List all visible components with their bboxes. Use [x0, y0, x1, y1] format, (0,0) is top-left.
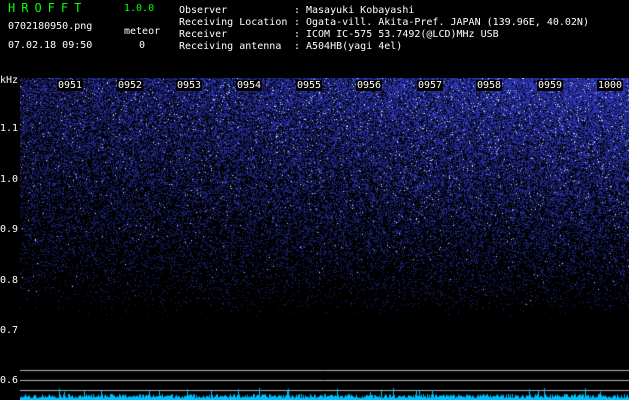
- meteor-count: 0: [139, 40, 146, 51]
- info-key-location: Receiving Location: [179, 17, 288, 28]
- x-tick-label: 0955: [296, 80, 323, 91]
- info-sep: :: [294, 41, 301, 52]
- x-tick-label: 0957: [417, 80, 444, 91]
- meteor-label: meteor: [124, 26, 161, 37]
- info-sep: :: [294, 5, 301, 16]
- info-value-observer: Masayuki Kobayashi: [306, 5, 415, 16]
- info-sep: :: [294, 29, 301, 40]
- x-tick-label: 0954: [236, 80, 263, 91]
- x-tick-label: 1000: [597, 80, 624, 91]
- info-sep: :: [294, 17, 301, 28]
- file-name: 0702180950.png: [8, 21, 93, 32]
- app-version: 1.0.0: [124, 3, 155, 14]
- x-tick-label: 0956: [356, 80, 383, 91]
- x-tick-label: 0953: [176, 80, 203, 91]
- info-value-antenna: A504HB(yagi 4el): [306, 41, 403, 52]
- info-value-receiver: ICOM IC-575 53.7492(@LCD)MHz USB: [306, 29, 499, 40]
- info-key-observer: Observer: [179, 5, 228, 16]
- x-tick-label: 0958: [476, 80, 503, 91]
- y-tick-label: 1.0: [0, 174, 19, 185]
- x-tick-label: 0951: [57, 80, 84, 91]
- x-tick-label: 0952: [117, 80, 144, 91]
- info-value-location: Ogata-vill. Akita-Pref. JAPAN (139.96E, …: [306, 17, 589, 28]
- info-key-receiver: Receiver: [179, 29, 228, 40]
- date-time: 07.02.18 09:50: [8, 40, 93, 51]
- spectrogram-plot: [20, 78, 629, 400]
- header-panel: HROFFT 1.0.0 0702180950.png 07.02.18 09:…: [0, 0, 629, 76]
- y-tick-label: 0.7: [0, 325, 19, 336]
- app-title: HROFFT: [8, 1, 88, 15]
- y-tick-label: 1.1: [0, 123, 19, 134]
- x-tick-label: 0959: [537, 80, 564, 91]
- y-axis-label: kHz: [0, 75, 19, 86]
- y-tick-label: 0.6: [0, 375, 19, 386]
- y-tick-label: 0.9: [0, 224, 19, 235]
- info-key-antenna: Receiving antenna: [179, 41, 282, 52]
- y-tick-label: 0.8: [0, 275, 19, 286]
- y-axis: kHz 1.1 1.0 0.9 0.8 0.7 0.6: [0, 75, 20, 400]
